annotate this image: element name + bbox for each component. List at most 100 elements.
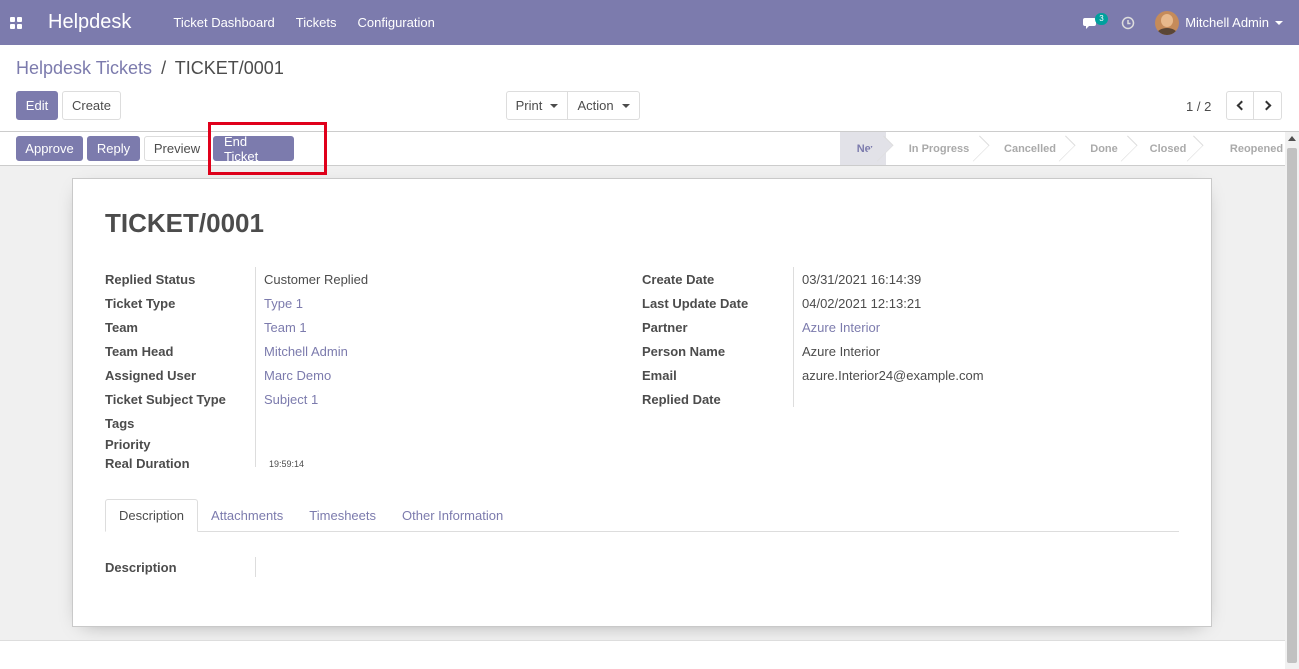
stage-new[interactable]: New [840, 132, 886, 165]
print-caret-icon [550, 103, 559, 108]
field-label: Email [642, 367, 677, 383]
team-head-link[interactable]: Mitchell Admin [255, 344, 348, 359]
field-row: Real Duration 19:59:14 [105, 454, 605, 473]
field-label: Partner [642, 319, 688, 335]
menu-configuration[interactable]: Configuration [358, 15, 435, 30]
end-ticket-button[interactable]: End Ticket [213, 134, 294, 164]
preview-button[interactable]: Preview [144, 136, 210, 161]
stage-done[interactable]: Done [1068, 132, 1130, 165]
field-row: Person Name Azure Interior [642, 339, 1182, 363]
tab-attachments[interactable]: Attachments [198, 499, 296, 532]
field-label: Tags [105, 415, 135, 431]
assigned-user-link[interactable]: Marc Demo [255, 368, 331, 383]
field-label: Person Name [642, 343, 726, 359]
field-label: Last Update Date [642, 295, 749, 311]
field-label: Real Duration [105, 456, 190, 471]
description-divider [255, 557, 256, 577]
pager-value[interactable]: 1 / 2 [1186, 99, 1211, 114]
right-divider [793, 267, 794, 407]
team-link[interactable]: Team 1 [255, 320, 307, 335]
menu-ticket-dashboard[interactable]: Ticket Dashboard [173, 15, 274, 30]
print-label: Print [515, 98, 543, 113]
field-row: Last Update Date 04/02/2021 12:13:21 [642, 291, 1182, 315]
form-statusbar: Approve Reply Preview End Ticket New In … [0, 122, 1299, 175]
control-panel: Helpdesk Tickets / TICKET/0001 Edit Crea… [0, 45, 1299, 132]
approve-button[interactable]: Approve [16, 136, 83, 161]
print-dropdown-button[interactable]: Print [506, 91, 568, 120]
email-value: azure.Interior24@example.com [802, 367, 984, 383]
print-action-group: Print Action [506, 91, 640, 120]
field-label: Replied Date [642, 391, 721, 407]
user-avatar[interactable] [1155, 10, 1180, 35]
field-label: Team [105, 319, 138, 335]
tab-other-information[interactable]: Other Information [389, 499, 516, 532]
form-sheet: TICKET/0001 Replied Status Customer Repl… [72, 178, 1212, 627]
action-label: Action [577, 98, 614, 113]
replied-status-value: Customer Replied [264, 271, 369, 287]
action-dropdown-button[interactable]: Action [568, 91, 640, 120]
breadcrumb-separator: / [161, 58, 167, 78]
top-navbar: Helpdesk Ticket Dashboard Tickets Config… [0, 0, 1299, 45]
last-update-date-value: 04/02/2021 12:13:21 [802, 295, 922, 311]
field-row: Replied Status Customer Replied [105, 267, 605, 291]
reply-button[interactable]: Reply [87, 136, 140, 161]
notebook-tabs: Description Attachments Timesheets Other… [105, 499, 1179, 532]
pager-previous-button[interactable] [1226, 91, 1254, 120]
left-field-group: Replied Status Customer Replied Ticket T… [105, 267, 605, 473]
edit-button[interactable]: Edit [16, 91, 58, 120]
apps-menu-icon[interactable] [0, 0, 32, 45]
user-menu-caret-icon[interactable] [1275, 20, 1283, 25]
field-row: Tags [105, 411, 605, 435]
real-duration-value: 19:59:14 [269, 458, 305, 469]
field-row: Team Team 1 [105, 315, 605, 339]
create-date-value: 03/31/2021 16:14:39 [802, 271, 922, 287]
field-label: Create Date [642, 271, 715, 287]
stage-pipeline: New In Progress Cancelled Done Closed Re… [840, 132, 1299, 165]
activity-clock-icon[interactable] [1121, 16, 1135, 30]
create-button[interactable]: Create [62, 91, 121, 120]
chatter-area [0, 640, 1285, 669]
breadcrumb-current: TICKET/0001 [174, 58, 284, 78]
ticket-type-link[interactable]: Type 1 [255, 296, 303, 311]
page-scrollbar[interactable] [1285, 132, 1299, 669]
stage-cancelled[interactable]: Cancelled [982, 132, 1068, 165]
field-row: Ticket Subject Type Subject 1 [105, 387, 605, 411]
field-label: Replied Status [105, 271, 196, 287]
description-label: Description [105, 559, 177, 575]
tab-description[interactable]: Description [105, 499, 199, 532]
action-caret-icon [621, 103, 630, 108]
scroll-up-arrow-icon[interactable] [1288, 136, 1296, 141]
tab-timesheets[interactable]: Timesheets [296, 499, 389, 532]
menu-tickets[interactable]: Tickets [296, 15, 337, 30]
breadcrumb-parent-link[interactable]: Helpdesk Tickets [16, 58, 152, 78]
ticket-subject-type-link[interactable]: Subject 1 [255, 392, 318, 407]
chevron-right-icon [1261, 100, 1271, 111]
scrollbar-thumb[interactable] [1287, 148, 1297, 663]
field-row: Email azure.Interior24@example.com [642, 363, 1182, 387]
field-label: Ticket Subject Type [105, 391, 226, 407]
field-row: Team Head Mitchell Admin [105, 339, 605, 363]
stage-in-progress[interactable]: In Progress [886, 132, 982, 165]
description-field-row: Description [105, 557, 256, 577]
partner-link[interactable]: Azure Interior [793, 320, 880, 335]
breadcrumb: Helpdesk Tickets / TICKET/0001 [16, 58, 284, 79]
messaging-icon[interactable]: 3 [1083, 12, 1108, 33]
pager-buttons [1226, 91, 1282, 120]
field-label: Ticket Type [105, 295, 176, 311]
field-row: Priority [105, 435, 605, 454]
field-row: Ticket Type Type 1 [105, 291, 605, 315]
stage-reopened[interactable]: Reopened [1196, 132, 1299, 165]
field-label: Team Head [105, 343, 174, 359]
field-label: Priority [105, 437, 151, 452]
ticket-title: TICKET/0001 [105, 208, 264, 238]
field-label: Assigned User [105, 367, 197, 383]
chevron-left-icon [1236, 100, 1247, 111]
app-brand[interactable]: Helpdesk [48, 11, 131, 34]
stage-closed[interactable]: Closed [1130, 132, 1196, 165]
pager-next-button[interactable] [1254, 91, 1282, 120]
field-row: Replied Date [642, 387, 1182, 411]
user-name[interactable]: Mitchell Admin [1185, 15, 1269, 30]
left-divider [255, 267, 256, 467]
message-count-badge: 3 [1095, 12, 1108, 25]
field-row: Create Date 03/31/2021 16:14:39 [642, 267, 1182, 291]
